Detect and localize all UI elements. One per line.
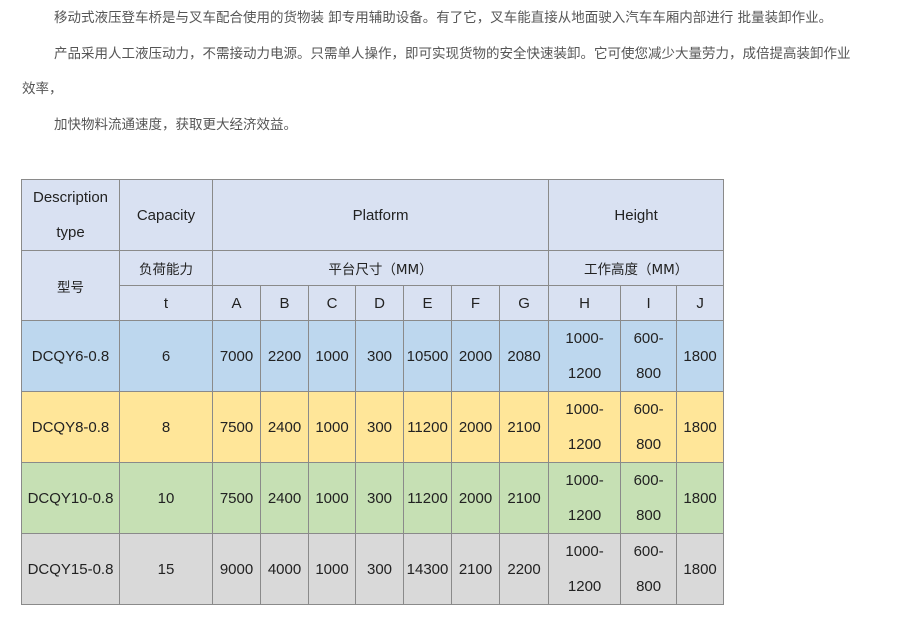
- header-col-e: E: [403, 285, 452, 321]
- table-row: DCQY15-0.8 15 9000 4000 1000 300 14300 2…: [21, 533, 725, 605]
- intro-paragraph-2-line-2: 效率，: [22, 81, 63, 97]
- cell-d: 300: [355, 391, 404, 463]
- cell-i-max: 800: [636, 365, 662, 382]
- cell-j: 1800: [676, 391, 725, 463]
- cell-a: 7500: [212, 391, 261, 463]
- cell-b: 2400: [260, 391, 309, 463]
- cell-h-max: 1200: [567, 436, 602, 453]
- cell-h: 1000- 1200: [548, 533, 622, 605]
- cell-h-min: 1000-: [565, 401, 604, 418]
- header-col-f: F: [451, 285, 500, 321]
- cell-capacity: 8: [119, 391, 213, 463]
- cell-i: 600- 800: [620, 462, 678, 534]
- header-capacity-cn: 负荷能力: [119, 250, 213, 286]
- header-description-type: Description type: [21, 179, 120, 251]
- cell-d: 300: [355, 462, 404, 534]
- cell-e: 10500: [403, 320, 452, 392]
- header-height: Height: [548, 179, 725, 251]
- cell-g: 2080: [498, 320, 550, 392]
- cell-c: 1000: [308, 391, 356, 463]
- cell-d: 300: [355, 320, 404, 392]
- cell-e: 14300: [403, 533, 452, 605]
- cell-i-min: 600-: [633, 401, 664, 418]
- cell-e: 11200: [403, 462, 452, 534]
- cell-e: 11200: [403, 391, 452, 463]
- header-unit-t: t: [119, 285, 213, 321]
- cell-a: 7000: [212, 320, 261, 392]
- cell-h-max: 1200: [567, 578, 602, 595]
- cell-h-min: 1000-: [565, 330, 604, 347]
- header-row-english: Description type Capacity Platform Heigh…: [21, 179, 725, 251]
- cell-j: 1800: [676, 533, 725, 605]
- header-platform-cn: 平台尺寸（MM）: [211, 250, 550, 286]
- header-col-h: H: [548, 285, 622, 321]
- header-col-g: G: [498, 285, 550, 321]
- cell-b: 2200: [260, 320, 309, 392]
- spec-table: Description type Capacity Platform Heigh…: [21, 179, 725, 605]
- table-row: DCQY8-0.8 8 7500 2400 1000 300 11200 200…: [21, 391, 725, 463]
- header-height-cn: 工作高度（MM）: [548, 250, 725, 286]
- cell-c: 1000: [308, 462, 356, 534]
- table-row: DCQY10-0.8 10 7500 2400 1000 300 11200 2…: [21, 462, 725, 534]
- intro-paragraph-3: 加快物料流通速度，获取更大经济效益。: [54, 117, 297, 133]
- cell-h: 1000- 1200: [548, 462, 622, 534]
- cell-g: 2100: [498, 391, 550, 463]
- cell-d: 300: [355, 533, 404, 605]
- cell-c: 1000: [308, 320, 356, 392]
- cell-i-min: 600-: [633, 472, 664, 489]
- cell-g: 2200: [498, 533, 550, 605]
- cell-i: 600- 800: [620, 391, 678, 463]
- header-row-chinese: 型号 负荷能力 平台尺寸（MM） 工作高度（MM）: [21, 250, 725, 321]
- cell-capacity: 6: [119, 320, 213, 392]
- cell-h-min: 1000-: [565, 543, 604, 560]
- cell-model: DCQY10-0.8: [21, 462, 120, 534]
- cell-i-max: 800: [636, 507, 662, 524]
- header-col-c: C: [308, 285, 356, 321]
- cell-model: DCQY6-0.8: [21, 320, 120, 392]
- header-col-d: D: [355, 285, 404, 321]
- cell-c: 1000: [308, 533, 356, 605]
- cell-capacity: 15: [119, 533, 213, 605]
- cell-h: 1000- 1200: [548, 320, 622, 392]
- cell-model: DCQY8-0.8: [21, 391, 120, 463]
- cell-f: 2100: [451, 533, 500, 605]
- cell-h: 1000- 1200: [548, 391, 622, 463]
- header-model-cn: 型号: [21, 250, 120, 321]
- cell-f: 2000: [451, 391, 500, 463]
- header-type-label: type: [56, 224, 85, 241]
- table-row: DCQY6-0.8 6 7000 2200 1000 300 10500 200…: [21, 320, 725, 392]
- cell-g: 2100: [498, 462, 550, 534]
- header-col-i: I: [620, 285, 678, 321]
- intro-paragraph-2-line-1: 产品采用人工液压动力，不需接动力电源。只需单人操作，即可实现货物的安全快速装卸。…: [54, 46, 851, 62]
- cell-i-min: 600-: [633, 330, 664, 347]
- cell-b: 4000: [260, 533, 309, 605]
- cell-f: 2000: [451, 462, 500, 534]
- cell-i: 600- 800: [620, 320, 678, 392]
- cell-i-max: 800: [636, 578, 662, 595]
- header-capacity: Capacity: [119, 179, 213, 251]
- cell-i-min: 600-: [633, 543, 664, 560]
- header-col-j: J: [676, 285, 725, 321]
- cell-a: 7500: [212, 462, 261, 534]
- intro-paragraph-1: 移动式液压登车桥是与叉车配合使用的货物装 卸专用辅助设备。有了它，叉车能直接从地…: [54, 10, 833, 26]
- cell-i-max: 800: [636, 436, 662, 453]
- header-platform: Platform: [211, 179, 550, 251]
- cell-h-max: 1200: [567, 507, 602, 524]
- cell-model: DCQY15-0.8: [21, 533, 120, 605]
- cell-j: 1800: [676, 462, 725, 534]
- cell-f: 2000: [451, 320, 500, 392]
- header-col-b: B: [260, 285, 309, 321]
- cell-a: 9000: [212, 533, 261, 605]
- header-description-label: Description: [32, 189, 109, 206]
- cell-h-min: 1000-: [565, 472, 604, 489]
- cell-capacity: 10: [119, 462, 213, 534]
- cell-j: 1800: [676, 320, 725, 392]
- header-col-a: A: [212, 285, 261, 321]
- cell-i: 600- 800: [620, 533, 678, 605]
- cell-b: 2400: [260, 462, 309, 534]
- cell-h-max: 1200: [567, 365, 602, 382]
- header-row-units: t A B C D E F G H I J: [22, 285, 725, 321]
